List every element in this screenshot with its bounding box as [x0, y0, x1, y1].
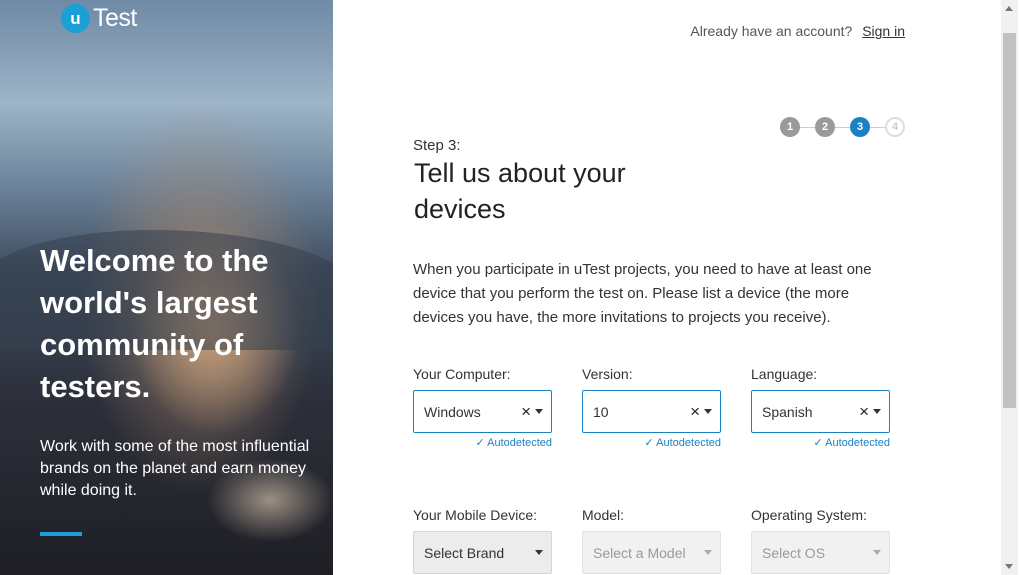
- language-field: Language: Spanish × ✓ Autodetected: [751, 366, 890, 449]
- computer-field: Your Computer: Windows × ✓ Autodetected: [413, 366, 552, 449]
- mobile-brand-select[interactable]: Select Brand: [413, 531, 552, 574]
- autodetected-text: Autodetected: [656, 437, 721, 449]
- mobile-brand-placeholder: Select Brand: [424, 544, 505, 561]
- scroll-up-icon[interactable]: [1005, 6, 1013, 11]
- clear-icon[interactable]: ×: [521, 403, 531, 420]
- logo-mark: u: [61, 4, 90, 33]
- os-field: Operating System: Select OS: [751, 507, 890, 574]
- vertical-scrollbar[interactable]: [1001, 0, 1018, 575]
- version-label: Version:: [582, 366, 633, 382]
- hero-panel: u Test Welcome to the world's largest co…: [0, 0, 333, 575]
- step-1: 1: [780, 117, 800, 137]
- mobile-device-label: Your Mobile Device:: [413, 507, 537, 523]
- step-connector: [800, 126, 815, 128]
- model-select[interactable]: Select a Model: [582, 531, 721, 574]
- chevron-down-icon[interactable]: [704, 409, 712, 414]
- signin-link[interactable]: Sign in: [862, 23, 905, 39]
- intro-text: When you participate in uTest projects, …: [413, 261, 872, 326]
- language-select[interactable]: Spanish ×: [751, 390, 890, 433]
- os-label: Operating System:: [751, 507, 867, 523]
- step-label: Step 3:: [413, 137, 461, 154]
- mobile-device-field: Your Mobile Device: Select Brand: [413, 507, 552, 574]
- version-value: 10: [593, 403, 609, 420]
- os-placeholder: Select OS: [762, 544, 826, 561]
- chevron-down-icon[interactable]: [535, 550, 543, 555]
- signin-prompt: Already have an account? Sign in: [690, 23, 905, 39]
- autodetected-text: Autodetected: [825, 437, 890, 449]
- page-title: Tell us about your devices: [414, 158, 626, 224]
- scroll-thumb[interactable]: [1003, 33, 1016, 408]
- step-connector: [835, 126, 850, 128]
- step-connector: [870, 126, 885, 128]
- autodetected-note: ✓ Autodetected: [813, 437, 890, 449]
- language-value: Spanish: [762, 403, 813, 420]
- scroll-down-icon[interactable]: [1005, 564, 1013, 569]
- version-select[interactable]: 10 ×: [582, 390, 721, 433]
- computer-value: Windows: [424, 403, 481, 420]
- chevron-down-icon[interactable]: [535, 409, 543, 414]
- clear-icon[interactable]: ×: [859, 403, 869, 420]
- chevron-down-icon: [873, 550, 881, 555]
- clear-icon[interactable]: ×: [690, 403, 700, 420]
- chevron-down-icon[interactable]: [873, 409, 881, 414]
- computer-label: Your Computer:: [413, 366, 511, 382]
- autodetected-text: Autodetected: [487, 437, 552, 449]
- utest-logo[interactable]: u Test: [61, 4, 137, 33]
- step-2: 2: [815, 117, 835, 137]
- hero-accent-bar: [40, 532, 82, 536]
- chevron-down-icon: [704, 550, 712, 555]
- hero-title: Welcome to the world's largest community…: [40, 243, 269, 404]
- os-select[interactable]: Select OS: [751, 531, 890, 574]
- autodetected-note: ✓ Autodetected: [644, 437, 721, 449]
- language-label: Language:: [751, 366, 818, 382]
- account-prompt-text: Already have an account?: [690, 23, 853, 39]
- computer-select[interactable]: Windows ×: [413, 390, 552, 433]
- hero-subtitle: Work with some of the most influential b…: [40, 438, 310, 499]
- logo-text: Test: [93, 4, 137, 32]
- model-field: Model: Select a Model: [582, 507, 721, 574]
- step-3: 3: [850, 117, 870, 137]
- step-4: 4: [885, 117, 905, 137]
- progress-stepper: 1 2 3 4: [780, 117, 905, 137]
- model-placeholder: Select a Model: [593, 544, 686, 561]
- autodetected-note: ✓ Autodetected: [475, 437, 552, 449]
- model-label: Model:: [582, 507, 625, 523]
- version-field: Version: 10 × ✓ Autodetected: [582, 366, 721, 449]
